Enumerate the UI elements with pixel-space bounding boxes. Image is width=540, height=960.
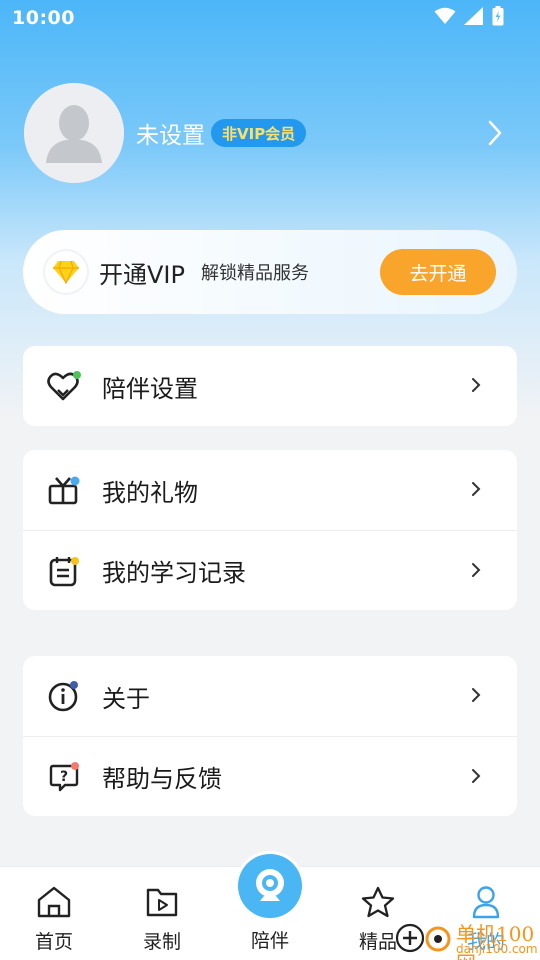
vip-status-badge: 非VIP会员 bbox=[211, 119, 307, 147]
menu-item-accompany-settings[interactable]: 陪伴设置 bbox=[23, 346, 517, 426]
diamond-icon bbox=[45, 251, 87, 293]
tab-home[interactable]: 首页 bbox=[0, 867, 108, 960]
home-icon bbox=[34, 883, 74, 921]
user-name: 未设置 bbox=[136, 123, 205, 149]
info-icon bbox=[46, 678, 82, 714]
video-folder-icon bbox=[142, 883, 182, 921]
tab-record[interactable]: 录制 bbox=[108, 867, 216, 960]
menu-item-label: 我的学习记录 bbox=[102, 559, 246, 587]
signal-icon bbox=[464, 7, 484, 29]
default-avatar-icon bbox=[24, 83, 124, 183]
vip-title: 开通VIP bbox=[99, 260, 185, 289]
star-icon bbox=[358, 883, 398, 921]
watermark-logo-icon bbox=[395, 923, 451, 953]
chevron-right-icon bbox=[471, 377, 481, 397]
gift-icon bbox=[46, 472, 82, 508]
webcam-icon bbox=[256, 869, 284, 901]
watermark-url: danji100.com bbox=[456, 942, 538, 956]
menu-item-my-gifts[interactable]: 我的礼物 bbox=[23, 450, 517, 530]
profile-header[interactable]: 未设置 非VIP会员 bbox=[24, 83, 516, 183]
notebook-icon bbox=[46, 553, 82, 589]
tab-accompany-label: 陪伴 bbox=[250, 930, 289, 952]
menu-group-3: 关于 ? 帮助与反馈 bbox=[23, 656, 517, 816]
svg-text:?: ? bbox=[60, 769, 68, 785]
chevron-right-icon bbox=[471, 562, 481, 582]
menu-item-label: 我的礼物 bbox=[102, 478, 198, 507]
watermark: 单机100网 danji100.com bbox=[392, 918, 540, 960]
menu-group-1: 陪伴设置 bbox=[23, 346, 517, 426]
chevron-right-icon bbox=[471, 768, 481, 788]
chevron-right-icon[interactable] bbox=[488, 120, 502, 150]
chevron-right-icon bbox=[471, 687, 481, 707]
status-bar: 10:00 bbox=[0, 0, 540, 36]
user-icon bbox=[466, 883, 506, 921]
vip-promo-card[interactable]: 开通VIP 解锁精品服务 去开通 bbox=[23, 230, 517, 314]
help-chat-icon: ? bbox=[46, 759, 82, 795]
menu-item-label: 帮助与反馈 bbox=[102, 765, 222, 793]
battery-icon bbox=[492, 6, 504, 30]
activate-vip-button[interactable]: 去开通 bbox=[380, 249, 496, 295]
vip-subtitle: 解锁精品服务 bbox=[200, 263, 309, 284]
menu-item-label: 陪伴设置 bbox=[102, 374, 198, 403]
menu-item-about[interactable]: 关于 bbox=[23, 656, 517, 736]
wifi-icon bbox=[434, 7, 456, 29]
menu-group-2: 我的礼物 我的学习记录 bbox=[23, 450, 517, 610]
status-icons bbox=[434, 6, 504, 30]
avatar[interactable] bbox=[24, 83, 124, 183]
tab-label: 录制 bbox=[142, 931, 181, 953]
menu-item-help-feedback[interactable]: ? 帮助与反馈 bbox=[23, 736, 517, 816]
menu-item-label: 关于 bbox=[102, 684, 150, 713]
heart-icon bbox=[46, 368, 82, 404]
tab-label: 首页 bbox=[34, 931, 73, 953]
chevron-right-icon bbox=[471, 481, 481, 501]
menu-item-study-records[interactable]: 我的学习记录 bbox=[23, 530, 517, 610]
status-time: 10:00 bbox=[12, 7, 75, 29]
tab-accompany-button[interactable] bbox=[238, 854, 302, 918]
